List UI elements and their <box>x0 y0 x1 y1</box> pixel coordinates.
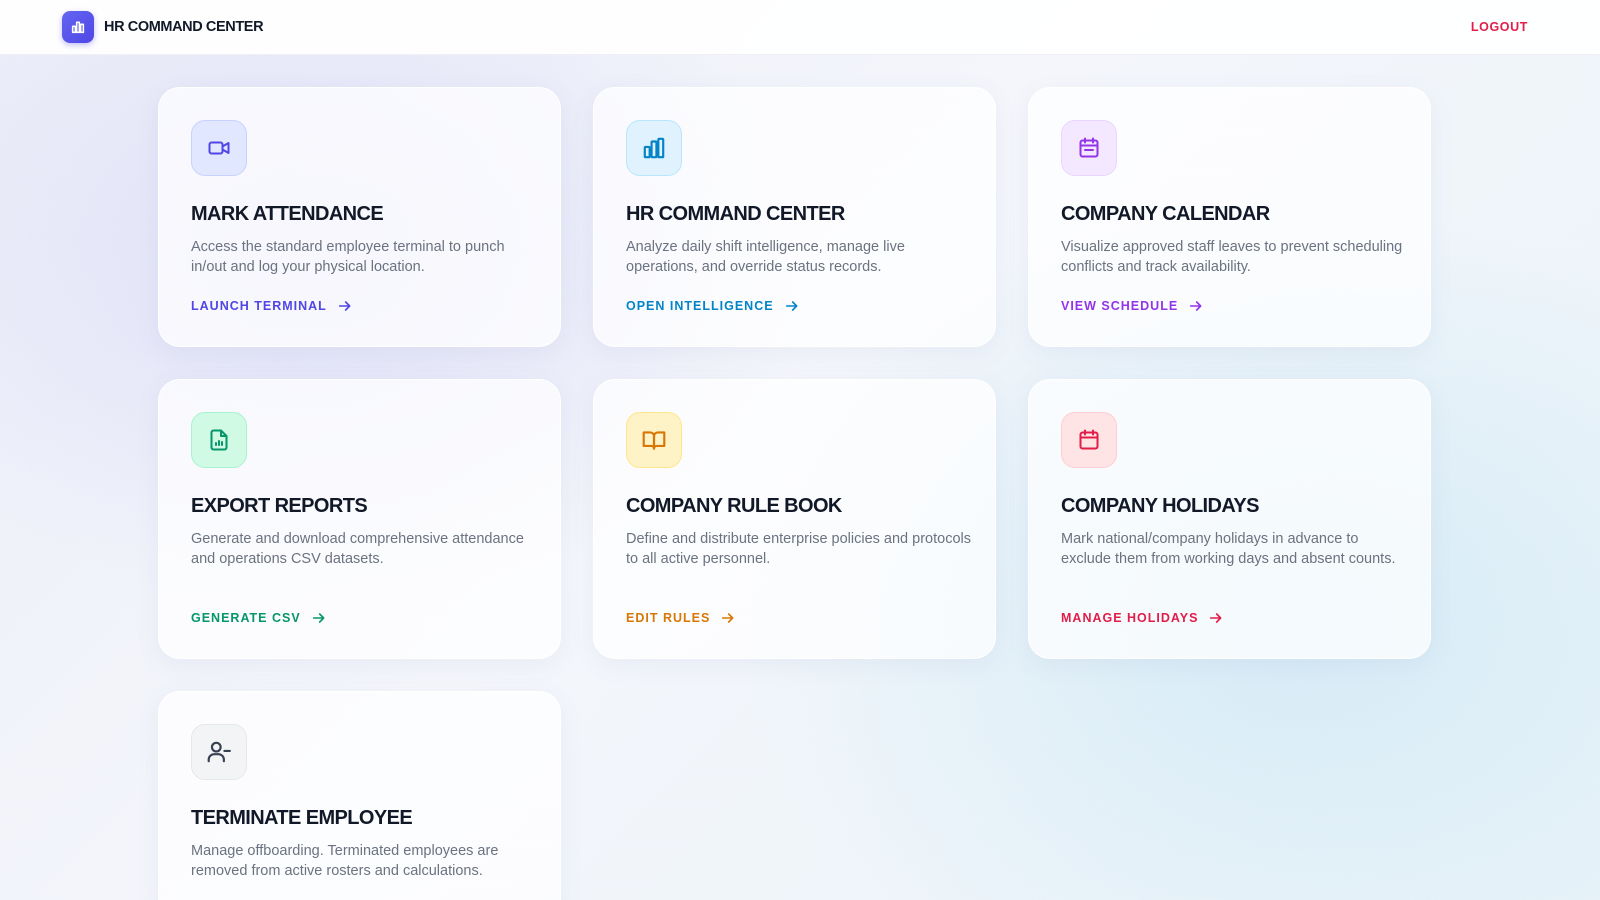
user-minus-icon <box>191 724 247 780</box>
card-action-label: VIEW SCHEDULE <box>1061 299 1179 313</box>
card-description: Visualize approved staff leaves to preve… <box>1061 239 1403 275</box>
card-action-label: EDIT RULES <box>626 611 711 625</box>
card-title: COMPANY CALENDAR <box>1061 203 1270 225</box>
calendar-icon <box>1061 412 1117 468</box>
bar-chart-icon <box>626 120 682 176</box>
video-icon <box>191 120 247 176</box>
card-company-holidays[interactable]: COMPANY HOLIDAYS Mark national/company h… <box>1028 379 1431 659</box>
arrow-right-icon <box>1210 613 1222 623</box>
card-title: COMPANY HOLIDAYS <box>1061 495 1259 517</box>
launch-terminal-link[interactable]: LAUNCH TERMINAL <box>191 298 353 314</box>
card-title: HR COMMAND CENTER <box>626 203 845 225</box>
book-open-icon <box>626 412 682 468</box>
card-description: Mark national/company holidays in advanc… <box>1061 531 1396 567</box>
dashboard-card-grid: MARK ATTENDANCE Access the standard empl… <box>158 87 1431 900</box>
card-description: Manage offboarding. Terminated employees… <box>191 843 499 879</box>
arrow-right-icon <box>338 301 351 311</box>
card-title: TERMINATE EMPLOYEE <box>191 807 413 829</box>
card-action-label: MANAGE HOLIDAYS <box>1061 611 1199 625</box>
card-action-label: OPEN INTELLIGENCE <box>626 299 774 313</box>
card-title: COMPANY RULE BOOK <box>626 495 842 517</box>
open-intelligence-link[interactable]: OPEN INTELLIGENCE <box>626 298 800 314</box>
logout-button[interactable]: LOGOUT <box>1471 20 1528 34</box>
brand-title: HR COMMAND CENTER <box>104 19 264 35</box>
calendar-icon <box>1061 120 1117 176</box>
card-export-reports[interactable]: EXPORT REPORTS Generate and download com… <box>158 379 561 659</box>
manage-holidays-link[interactable]: MANAGE HOLIDAYS <box>1061 610 1224 626</box>
card-title: MARK ATTENDANCE <box>191 203 384 225</box>
card-description: Analyze daily shift intelligence, manage… <box>626 239 905 275</box>
card-company-rule-book[interactable]: COMPANY RULE BOOK Define and distribute … <box>593 379 996 659</box>
card-company-calendar[interactable]: COMPANY CALENDAR Visualize approved staf… <box>1028 87 1431 347</box>
bar-chart-icon <box>62 11 94 43</box>
generate-csv-link[interactable]: GENERATE CSV <box>191 610 327 626</box>
card-action-label: LAUNCH TERMINAL <box>191 299 327 313</box>
arrow-right-icon <box>1190 301 1202 311</box>
top-navigation-bar: HR COMMAND CENTER LOGOUT <box>0 0 1600 55</box>
card-action-label: GENERATE CSV <box>191 611 301 625</box>
card-description: Define and distribute enterprise policie… <box>626 531 971 567</box>
card-terminate-employee[interactable]: TERMINATE EMPLOYEE Manage offboarding. T… <box>158 691 561 900</box>
view-schedule-link[interactable]: VIEW SCHEDULE <box>1061 298 1204 314</box>
arrow-right-icon <box>312 613 325 623</box>
edit-rules-link[interactable]: EDIT RULES <box>626 610 736 626</box>
card-description: Generate and download comprehensive atte… <box>191 531 524 567</box>
card-hr-command-center[interactable]: HR COMMAND CENTER Analyze daily shift in… <box>593 87 996 347</box>
brand[interactable]: HR COMMAND CENTER <box>62 11 264 43</box>
file-chart-icon <box>191 412 247 468</box>
card-description: Access the standard employee terminal to… <box>191 239 505 275</box>
arrow-right-icon <box>785 301 798 311</box>
card-mark-attendance[interactable]: MARK ATTENDANCE Access the standard empl… <box>158 87 561 347</box>
card-title: EXPORT REPORTS <box>191 495 368 517</box>
arrow-right-icon <box>722 613 734 623</box>
